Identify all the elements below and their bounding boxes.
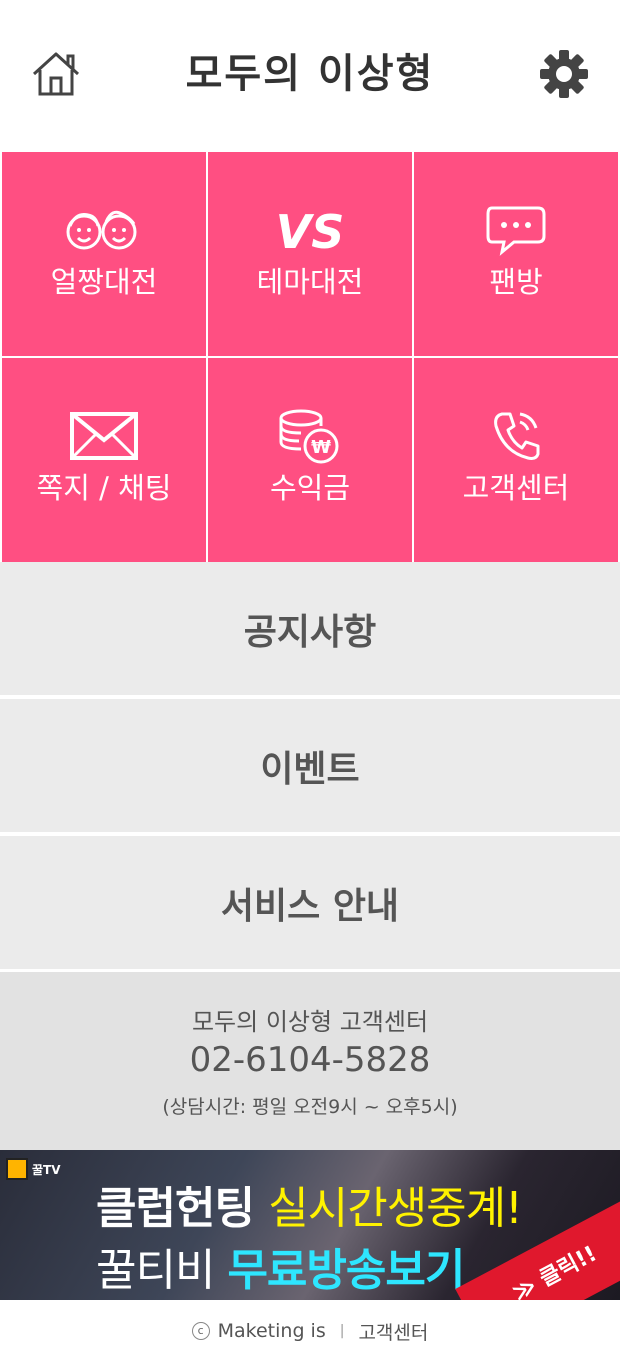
menu-label: 이벤트 — [260, 748, 360, 790]
banner-line2-a: 꿀티비 — [96, 1245, 228, 1296]
svg-text:₩: ₩ — [311, 437, 331, 458]
menu-label: 공지사항 — [243, 611, 377, 653]
banner-logo-text: 꿀TV — [32, 1162, 61, 1177]
footer-separator: | — [339, 1323, 345, 1339]
banner-line1-c: ! — [505, 1183, 523, 1234]
tile-label: 수익금 — [269, 471, 351, 505]
home-icon[interactable] — [30, 48, 82, 100]
menu-notice[interactable]: 공지사항 — [0, 562, 620, 697]
tile-label: 쪽지 / 채팅 — [36, 471, 172, 505]
promo-banner[interactable]: 꿀TV 클럽헌팅 실시간생중계! 꿀티비 무료방송보기 ≫ 클릭!! — [0, 1150, 620, 1300]
cs-title: 모두의 이상형 고객센터 — [191, 1008, 429, 1036]
coins-icon: ₩ — [208, 406, 412, 466]
tile-customer-center[interactable]: 고객센터 — [414, 358, 618, 562]
footer-company: Maketing is — [217, 1320, 326, 1342]
app-header: 모두의 이상형 — [0, 0, 620, 150]
vs-icon: VS — [208, 200, 412, 260]
tile-fan-room[interactable]: 팬방 — [414, 152, 618, 356]
app-title: 모두의 이상형 — [185, 50, 435, 97]
tile-earnings[interactable]: ₩ 수익금 — [208, 358, 412, 562]
faces-icon — [2, 200, 206, 260]
cs-phone[interactable]: 02-6104-5828 — [0, 1040, 620, 1080]
tile-label: 얼짱대전 — [50, 265, 158, 299]
menu-event[interactable]: 이벤트 — [0, 699, 620, 834]
banner-cta: ≫ 클릭!! — [508, 1241, 602, 1300]
banner-subline: 꿀티비 무료방송보기 — [96, 1234, 465, 1298]
menu-label: 서비스 안내 — [220, 885, 400, 927]
menu-service-guide[interactable]: 서비스 안내 — [0, 836, 620, 971]
feature-grid: 얼짱대전 VS 테마대전 팬방 쪽지 / 채팅 ₩ 수익금 고객센터 — [0, 150, 620, 562]
banner-line1-a: 클럽헌팅 — [96, 1183, 269, 1234]
footer-customer-center-link[interactable]: 고객센터 — [358, 1318, 428, 1345]
chat-bubble-icon — [414, 200, 618, 260]
tv-logo-icon — [6, 1158, 28, 1180]
cs-hours: (상담시간: 평일 오전9시 ~ 오후5시) — [162, 1096, 458, 1118]
svg-text:VS: VS — [276, 205, 345, 258]
copyright-icon: c — [191, 1322, 210, 1340]
banner-logo: 꿀TV — [6, 1158, 61, 1180]
customer-service-info: 모두의 이상형 고객센터 02-6104-5828 (상담시간: 평일 오전9시… — [0, 972, 620, 1150]
tile-theme-battle[interactable]: VS 테마대전 — [208, 152, 412, 356]
gear-icon[interactable] — [538, 48, 590, 100]
tile-label: 팬방 — [489, 265, 543, 299]
tile-messages-chat[interactable]: 쪽지 / 채팅 — [2, 358, 206, 562]
phone-icon — [414, 406, 618, 466]
tile-label: 고객센터 — [462, 471, 570, 505]
footer: c Maketing is | 고객센터 — [0, 1300, 620, 1362]
tile-face-battle[interactable]: 얼짱대전 — [2, 152, 206, 356]
banner-line2-b: 무료방송보기 — [227, 1245, 465, 1296]
banner-headline: 클럽헌팅 실시간생중계! — [96, 1172, 523, 1236]
banner-line1-b: 실시간생중계 — [268, 1183, 506, 1234]
tile-label: 테마대전 — [256, 265, 364, 299]
envelope-icon — [2, 406, 206, 466]
